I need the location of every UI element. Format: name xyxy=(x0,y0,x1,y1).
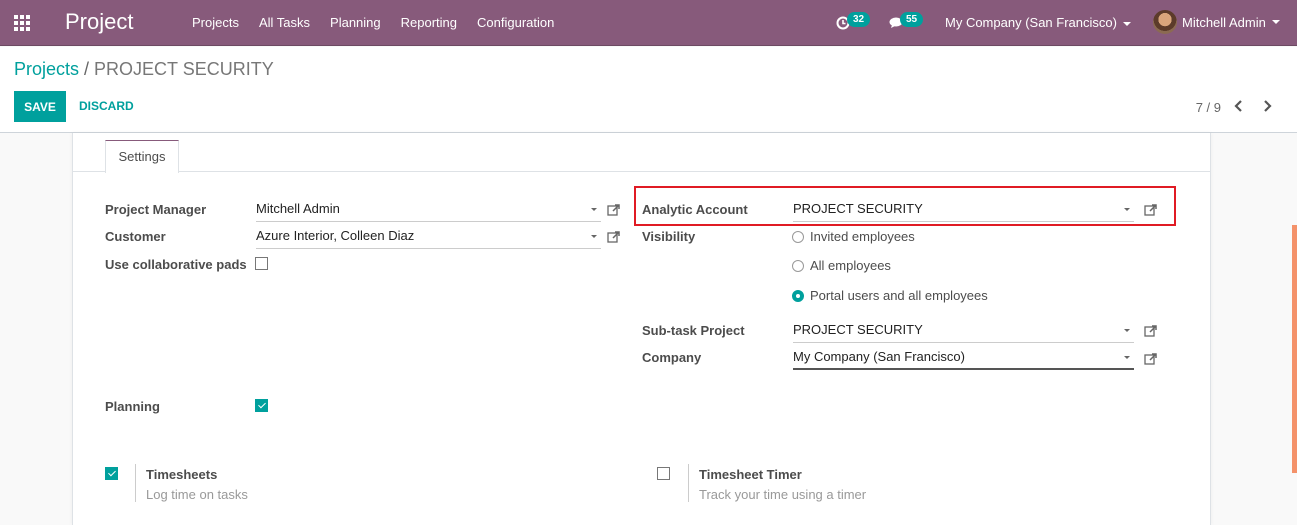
timesheet-timer-title: Timesheet Timer xyxy=(699,467,802,482)
project-manager-label: Project Manager xyxy=(105,202,207,217)
chevron-right-icon xyxy=(1264,100,1272,112)
visibility-option-all-employees[interactable]: All employees xyxy=(792,258,891,273)
menu-item-reporting[interactable]: Reporting xyxy=(401,15,457,30)
tab-settings[interactable]: Settings xyxy=(105,140,179,173)
chevron-down-icon xyxy=(1122,21,1131,26)
visibility-option-portal[interactable]: Portal users and all employees xyxy=(792,288,988,303)
collaborative-pads-checkbox[interactable] xyxy=(255,257,268,270)
radio-button-selected[interactable] xyxy=(792,289,804,302)
collaborative-pads-label: Use collaborative pads xyxy=(105,257,247,272)
user-menu[interactable]: Mitchell Admin xyxy=(1153,10,1280,34)
vertical-scrollbar[interactable] xyxy=(1292,225,1297,473)
apps-menu-icon[interactable] xyxy=(14,15,32,31)
company-value: My Company (San Francisco) xyxy=(793,349,965,364)
message-count-badge: 55 xyxy=(900,12,924,27)
chevron-down-icon xyxy=(1271,20,1280,24)
breadcrumb-current: PROJECT SECURITY xyxy=(94,59,274,79)
customer-field[interactable]: Azure Interior, Colleen Diaz xyxy=(256,225,601,249)
visibility-option-label: Invited employees xyxy=(810,229,915,244)
discard-button[interactable]: DISCARD xyxy=(79,99,134,113)
setting-divider xyxy=(688,464,689,502)
planning-label: Planning xyxy=(105,399,160,414)
breadcrumb: Projects / PROJECT SECURITY xyxy=(14,59,274,80)
customer-label: Customer xyxy=(105,229,166,244)
external-link-icon[interactable] xyxy=(607,230,621,244)
analytic-account-field[interactable]: PROJECT SECURITY xyxy=(793,198,1134,222)
dropdown-caret-icon xyxy=(591,235,597,238)
breadcrumb-projects-link[interactable]: Projects xyxy=(14,59,79,79)
control-panel: Projects / PROJECT SECURITY SAVE DISCARD 7… xyxy=(0,47,1297,133)
pager-value[interactable]: 7 / 9 xyxy=(1196,100,1221,115)
customer-value: Azure Interior, Colleen Diaz xyxy=(256,228,415,243)
app-title: Project xyxy=(65,9,134,34)
dropdown-caret-icon xyxy=(1124,356,1130,359)
timesheets-description: Log time on tasks xyxy=(146,487,248,502)
radio-button[interactable] xyxy=(792,259,804,272)
menu-item-all-tasks[interactable]: All Tasks xyxy=(259,15,310,30)
visibility-option-label: All employees xyxy=(810,258,891,273)
main-menu: Projects All Tasks Planning Reporting Co… xyxy=(192,15,574,30)
menu-item-configuration[interactable]: Configuration xyxy=(477,15,554,30)
subtask-project-label: Sub-task Project xyxy=(642,323,745,338)
company-field[interactable]: My Company (San Francisco) xyxy=(793,346,1134,370)
setting-divider xyxy=(135,464,136,502)
save-button[interactable]: SAVE xyxy=(14,91,66,122)
external-link-icon[interactable] xyxy=(1144,324,1158,338)
menu-item-projects[interactable]: Projects xyxy=(192,15,239,30)
timesheets-title: Timesheets xyxy=(146,467,218,482)
timesheet-timer-checkbox[interactable] xyxy=(657,467,670,480)
visibility-label: Visibility xyxy=(642,229,696,244)
dropdown-caret-icon xyxy=(591,208,597,211)
notebook-tabs: Settings xyxy=(73,133,1210,173)
external-link-icon[interactable] xyxy=(607,203,621,217)
timesheet-timer-description: Track your time using a timer xyxy=(699,487,867,502)
visibility-option-label: Portal users and all employees xyxy=(810,288,988,303)
project-manager-field[interactable]: Mitchell Admin xyxy=(256,198,601,222)
external-link-icon[interactable] xyxy=(1144,203,1158,217)
company-label: Company xyxy=(642,350,702,365)
analytic-account-label: Analytic Account xyxy=(642,202,748,217)
external-link-icon[interactable] xyxy=(1144,352,1158,366)
chevron-left-icon xyxy=(1234,100,1242,112)
timesheets-checkbox[interactable] xyxy=(105,467,118,480)
subtask-project-field[interactable]: PROJECT SECURITY xyxy=(793,319,1134,343)
project-manager-value: Mitchell Admin xyxy=(256,201,340,216)
company-switcher[interactable]: My Company (San Francisco) xyxy=(945,15,1131,30)
pager-previous-button[interactable] xyxy=(1229,99,1249,115)
planning-checkbox[interactable] xyxy=(255,399,268,412)
user-name: Mitchell Admin xyxy=(1182,14,1266,30)
pager-next-button[interactable] xyxy=(1257,99,1277,115)
analytic-account-value: PROJECT SECURITY xyxy=(793,201,923,216)
pager: 7 / 9 xyxy=(1196,99,1277,115)
subtask-project-value: PROJECT SECURITY xyxy=(793,322,923,337)
dropdown-caret-icon xyxy=(1124,208,1130,211)
dropdown-caret-icon xyxy=(1124,329,1130,332)
activity-count-badge: 32 xyxy=(847,12,871,27)
menu-item-planning[interactable]: Planning xyxy=(330,15,381,30)
visibility-option-invited[interactable]: Invited employees xyxy=(792,229,915,244)
company-name: My Company (San Francisco) xyxy=(945,15,1117,30)
breadcrumb-separator: / xyxy=(84,59,90,79)
top-navbar: Project Projects All Tasks Planning Repo… xyxy=(0,0,1297,46)
avatar xyxy=(1153,10,1177,34)
radio-button[interactable] xyxy=(792,230,804,243)
